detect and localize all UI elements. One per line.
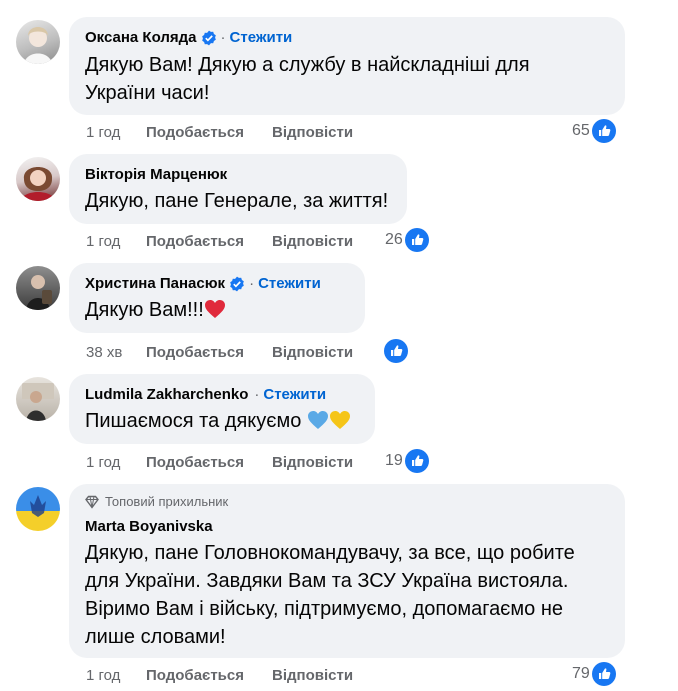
comment-author[interactable]: Христина Панасюк (85, 275, 225, 292)
like-button[interactable]: Подобається (146, 667, 244, 684)
separator-dot: · (220, 29, 226, 46)
comment-time[interactable]: 1 год (86, 233, 120, 250)
top-fan-badge: Топовий прихильник (85, 494, 228, 509)
reaction-number: 79 (572, 665, 590, 682)
comment-time[interactable]: 1 год (86, 454, 120, 471)
blue-heart-emoji-icon (307, 411, 328, 429)
comment-author[interactable]: Ludmila Zakharchenko (85, 386, 248, 403)
avatar[interactable] (16, 266, 60, 310)
separator-dot: · (249, 275, 255, 292)
comment-text-line: Пишаємося та дякуємо (85, 410, 307, 432)
comment-text-line: Дякую Вам! Дякую а службу в найскладніші… (85, 54, 530, 76)
comment-bubble: Оксана Коляда · Стежити Дякую Вам! Дякую… (69, 17, 625, 115)
reply-button[interactable]: Відповісти (272, 233, 353, 250)
reaction-number: 65 (572, 122, 590, 139)
avatar[interactable] (16, 20, 60, 64)
comment-text-line: Віримо Вам і війську, підтримуємо, допом… (85, 598, 563, 620)
comment-text-line: Дякую, пане Генерале, за життя! (85, 190, 389, 212)
comment-time[interactable]: 1 год (86, 124, 120, 141)
reaction-count[interactable]: 26 (385, 228, 429, 252)
follow-button[interactable]: Стежити (258, 275, 321, 292)
reaction-count[interactable]: 65 (572, 119, 616, 143)
comment-text-line: Дякую, пане Головнокомандувачу, за все, … (85, 542, 575, 564)
avatar[interactable] (16, 157, 60, 201)
like-button[interactable]: Подобається (146, 233, 244, 250)
comment-bubble: Вікторія Марценюк Дякую, пане Генерале, … (69, 154, 407, 224)
reaction-count[interactable]: 19 (385, 449, 429, 473)
reply-button[interactable]: Відповісти (272, 344, 353, 361)
verified-badge-icon (230, 276, 244, 291)
comment-text-line: України часи! (85, 82, 210, 104)
like-button[interactable]: Подобається (146, 344, 244, 361)
like-button[interactable]: Подобається (146, 124, 244, 141)
like-reaction-icon (591, 119, 616, 143)
separator-dot: · (254, 386, 260, 403)
comment-author[interactable]: Вікторія Марценюк (85, 166, 227, 183)
like-button[interactable]: Подобається (146, 454, 244, 471)
diamond-icon (85, 495, 99, 509)
reply-button[interactable]: Відповісти (272, 454, 353, 471)
comment-time[interactable]: 1 год (86, 667, 120, 684)
comment-bubble: Христина Панасюк · Стежити Дякую Вам!!! (69, 263, 365, 333)
comment-text: Пишаємося та дякуємо (85, 407, 351, 435)
red-heart-emoji-icon (204, 300, 225, 318)
reaction-count[interactable] (382, 339, 408, 363)
like-reaction-icon (591, 662, 616, 686)
avatar[interactable] (16, 377, 60, 421)
badge-label: Топовий прихильник (105, 494, 229, 509)
reply-button[interactable]: Відповісти (272, 124, 353, 141)
like-reaction-icon (404, 449, 429, 473)
yellow-heart-emoji-icon (329, 411, 350, 429)
like-reaction-icon (384, 339, 408, 363)
comment-text-line: для України. Завдяки Вам та ЗСУ Україна … (85, 570, 569, 592)
verified-badge-icon (201, 30, 216, 45)
reaction-number: 19 (385, 452, 403, 469)
comment-text: Дякую Вам!!! (85, 296, 226, 324)
comment-time[interactable]: 38 хв (86, 344, 122, 361)
comment-author[interactable]: Marta Boyanivska (85, 518, 213, 535)
follow-button[interactable]: Стежити (263, 386, 326, 403)
reaction-number: 26 (385, 231, 403, 248)
comment-bubble: Ludmila Zakharchenko · Стежити Пишаємося… (69, 374, 375, 444)
avatar[interactable] (16, 487, 60, 531)
follow-button[interactable]: Стежити (230, 29, 293, 46)
comment-text-line: лише словами! (85, 626, 226, 648)
like-reaction-icon (404, 228, 429, 252)
reaction-count[interactable]: 79 (572, 662, 616, 686)
comment-author[interactable]: Оксана Коляда (85, 29, 197, 46)
comment-bubble: Топовий прихильник Marta Boyanivska Дяку… (69, 484, 625, 658)
comment-text-line: Дякую Вам!!! (85, 299, 204, 321)
reply-button[interactable]: Відповісти (272, 667, 353, 684)
